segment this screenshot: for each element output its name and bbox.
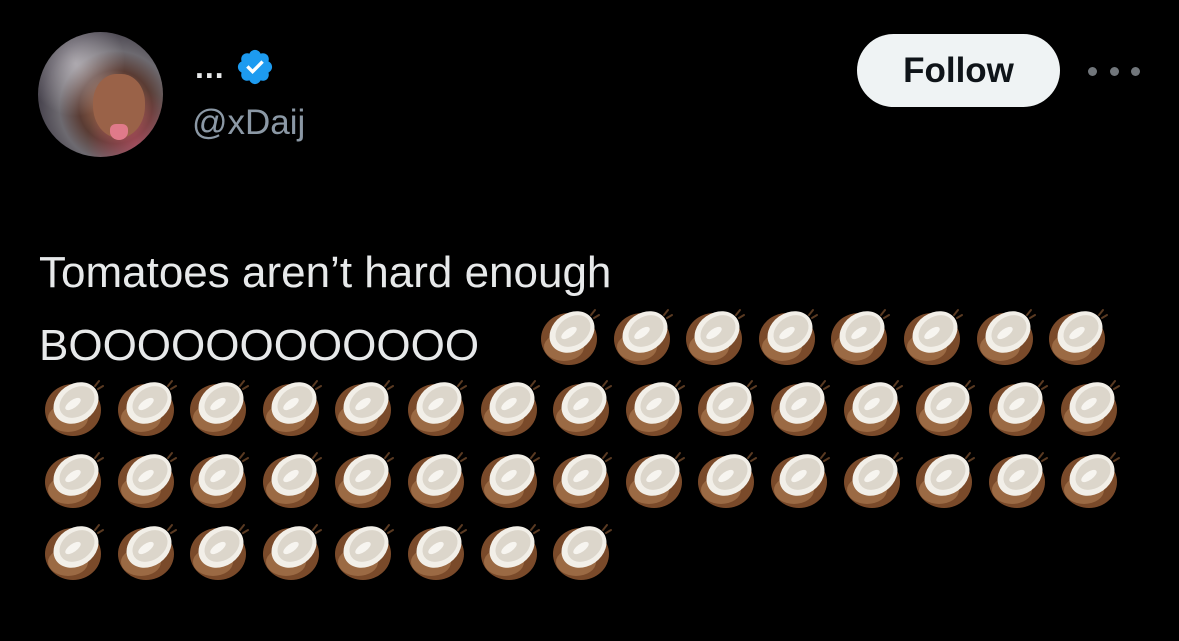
coconut-emoji — [45, 380, 104, 436]
coconut-row — [40, 446, 1129, 512]
tweet-card: ... @xDaij Follow Tomatoes aren’t hard e… — [0, 0, 1179, 641]
coconut-emoji — [407, 380, 467, 436]
coconut-emoji — [45, 452, 104, 508]
avatar-tongue — [110, 124, 128, 140]
coconut-emoji — [335, 380, 395, 436]
coconut-emoji — [541, 309, 600, 365]
coconut-emoji — [976, 309, 1036, 365]
author-display-name[interactable]: ... — [195, 49, 225, 86]
coconut-emoji — [262, 380, 322, 436]
coconut-emoji — [117, 452, 177, 508]
coconut-emoji — [262, 524, 322, 580]
coconut-emoji — [1049, 309, 1109, 365]
coconut-emoji — [335, 452, 395, 508]
more-options-icon[interactable] — [1088, 56, 1140, 86]
coconut-emoji — [625, 452, 685, 508]
coconut-emoji — [686, 309, 746, 365]
coconut-emoji — [698, 380, 758, 436]
coconut-emoji — [613, 309, 673, 365]
coconut-emoji — [480, 452, 540, 508]
author-handle[interactable]: @xDaij — [192, 103, 305, 143]
coconut-emoji — [262, 452, 322, 508]
avatar[interactable] — [38, 32, 163, 157]
coconut-emoji — [117, 524, 177, 580]
coconut-emoji — [190, 452, 250, 508]
coconut-emoji — [831, 309, 891, 365]
coconut-row — [40, 374, 1129, 440]
coconut-emoji — [625, 380, 685, 436]
author-name-row[interactable]: ... — [195, 42, 275, 92]
coconut-emoji — [553, 380, 613, 436]
coconut-emoji — [480, 380, 540, 436]
coconut-emoji — [117, 380, 177, 436]
coconut-emoji — [698, 452, 758, 508]
coconut-emoji — [1061, 452, 1121, 508]
coconut-emoji — [407, 452, 467, 508]
coconut-emoji — [480, 524, 540, 580]
coconut-emoji — [407, 524, 467, 580]
coconut-emoji — [988, 380, 1048, 436]
coconut-emoji — [916, 380, 976, 436]
follow-button[interactable]: Follow — [857, 34, 1060, 107]
coconut-emoji — [770, 380, 830, 436]
more-dot — [1109, 66, 1119, 76]
verified-badge-icon — [237, 49, 272, 85]
coconut-row — [40, 518, 621, 584]
coconut-emoji — [903, 309, 963, 365]
coconut-emoji — [770, 452, 830, 508]
coconut-emoji — [843, 380, 903, 436]
coconut-emoji — [335, 524, 395, 580]
tweet-text-line: Tomatoes aren’t hard enough — [39, 248, 612, 297]
more-dot — [1088, 66, 1097, 76]
coconut-emoji — [916, 452, 976, 508]
coconut-emoji — [988, 452, 1048, 508]
coconut-emoji — [190, 380, 250, 436]
coconut-emoji — [758, 309, 818, 365]
coconut-emoji — [553, 452, 613, 508]
coconut-emoji — [1061, 380, 1121, 436]
more-dot — [1131, 66, 1140, 76]
coconut-emoji — [45, 524, 104, 580]
coconut-row-inline — [536, 303, 1117, 369]
coconut-emoji — [553, 524, 613, 580]
coconut-emoji — [190, 524, 250, 580]
coconut-emoji — [843, 452, 903, 508]
